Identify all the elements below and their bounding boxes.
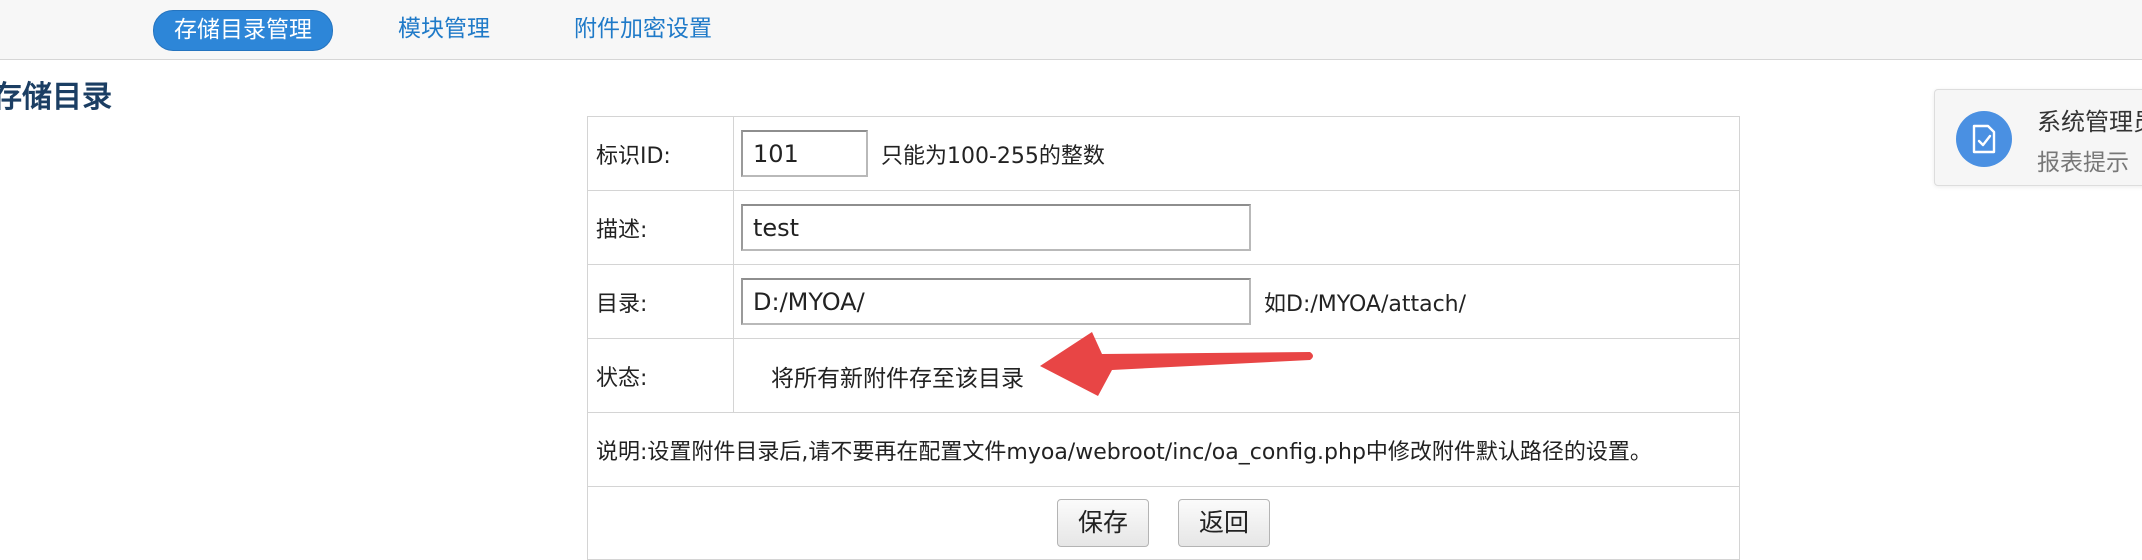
document-check-icon bbox=[1956, 111, 2012, 167]
description-label: 描述: bbox=[587, 190, 734, 265]
id-field-cell: 只能为100-255的整数 bbox=[733, 116, 1740, 191]
directory-field-cell: 如D:/MYOA/attach/ bbox=[733, 264, 1740, 339]
directory-input[interactable] bbox=[741, 278, 1251, 325]
red-arrow-icon bbox=[1040, 332, 1313, 396]
tab-attachment-encryption[interactable]: 附件加密设置 bbox=[574, 10, 712, 49]
top-tab-bar: 存储目录管理 模块管理 附件加密设置 bbox=[0, 0, 2142, 60]
back-button[interactable]: 返回 bbox=[1178, 499, 1271, 547]
form-row-directory: 目录: 如D:/MYOA/attach/ bbox=[587, 264, 1740, 339]
description-input[interactable] bbox=[741, 204, 1251, 251]
form-row-id: 标识ID: 只能为100-255的整数 bbox=[587, 116, 1740, 191]
form-row-note: 说明:设置附件目录后,请不要再在配置文件myoa/webroot/inc/oa_… bbox=[587, 412, 1740, 487]
id-label: 标识ID: bbox=[587, 116, 734, 191]
actions-cell: 保存 返回 bbox=[587, 486, 1740, 560]
page-title: 存储目录 bbox=[0, 80, 112, 115]
form-row-description: 描述: bbox=[587, 190, 1740, 265]
id-hint: 只能为100-255的整数 bbox=[881, 143, 1105, 169]
instruction-note: 说明:设置附件目录后,请不要再在配置文件myoa/webroot/inc/oa_… bbox=[587, 412, 1740, 487]
directory-hint: 如D:/MYOA/attach/ bbox=[1264, 291, 1467, 317]
notification-title: 系统管理员 bbox=[2037, 108, 2142, 136]
notification-subtitle: 报表提示 bbox=[2037, 150, 2129, 176]
tab-storage-directory[interactable]: 存储目录管理 bbox=[153, 10, 333, 51]
status-label: 状态: bbox=[587, 338, 734, 413]
tab-module-management[interactable]: 模块管理 bbox=[398, 10, 490, 49]
description-field-cell bbox=[733, 190, 1740, 265]
directory-label: 目录: bbox=[587, 264, 734, 339]
save-button[interactable]: 保存 bbox=[1056, 499, 1149, 547]
notification-popup[interactable]: 系统管理员 报表提示 bbox=[1934, 89, 2142, 186]
form-row-actions: 保存 返回 bbox=[587, 486, 1740, 560]
status-text: 将所有新附件存至该目录 bbox=[771, 365, 1024, 392]
id-input[interactable] bbox=[741, 130, 868, 177]
